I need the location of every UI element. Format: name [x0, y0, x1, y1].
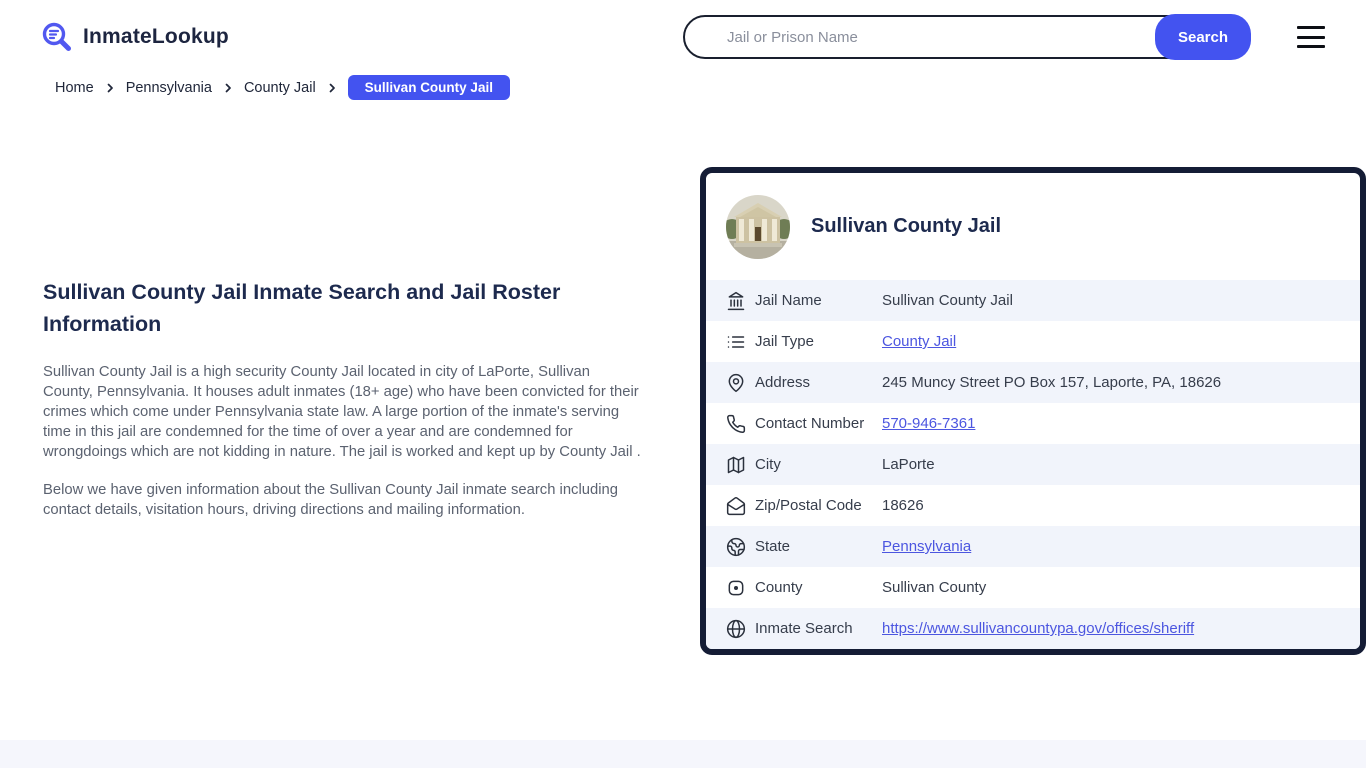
phone-link[interactable]: 570-946-7361	[882, 415, 975, 432]
table-row-county: County Sullivan County	[706, 567, 1360, 608]
breadcrumb-pennsylvania[interactable]: Pennsylvania	[126, 80, 212, 96]
row-label: Jail Name	[755, 292, 822, 309]
table-row-address: Address 245 Muncy Street PO Box 157, Lap…	[706, 362, 1360, 403]
row-label: Inmate Search	[755, 620, 853, 637]
footer-strip	[0, 740, 1366, 768]
table-row-jail-name: Jail Name Sullivan County Jail	[706, 280, 1360, 321]
map-pin-icon	[726, 373, 746, 393]
courthouse-image	[726, 194, 790, 259]
table-row-inmate-search: Inmate Search https://www.sullivancounty…	[706, 608, 1360, 649]
article: Sullivan County Jail Inmate Search and J…	[43, 276, 643, 538]
breadcrumb-county-jail[interactable]: County Jail	[244, 80, 316, 96]
search-bar: Search	[683, 14, 1251, 60]
state-link[interactable]: Pennsylvania	[882, 538, 971, 555]
breadcrumb-current-badge[interactable]: Sullivan County Jail	[347, 75, 510, 100]
chevron-right-icon	[107, 83, 113, 92]
landmark-icon	[726, 291, 746, 311]
intro-paragraph: Sullivan County Jail is a high security …	[43, 364, 641, 460]
row-label: Jail Type	[755, 333, 814, 350]
chevron-right-icon	[329, 83, 335, 92]
chevron-right-icon	[225, 83, 231, 92]
row-label: State	[755, 538, 791, 555]
table-row-city: City LaPorte	[706, 444, 1360, 485]
row-value: 245 Muncy Street PO Box 157, Laporte, PA…	[882, 374, 1222, 391]
jail-details-table: Jail Name Sullivan County Jail Jail Type…	[706, 280, 1360, 649]
row-label: Address	[755, 374, 811, 391]
table-row-jail-type: Jail Type County Jail	[706, 321, 1360, 362]
row-value: 18626	[882, 497, 924, 514]
county-badge-icon	[726, 578, 746, 598]
table-row-state: State Pennsylvania	[706, 526, 1360, 567]
page: InmateLookup Search Home Pennsylvania Co…	[0, 0, 1366, 768]
card-title: Sullivan County Jail	[811, 215, 1002, 237]
jail-photo-avatar	[726, 194, 790, 259]
row-label: County	[755, 579, 803, 596]
page-title: Sullivan County Jail Inmate Search and J…	[43, 280, 561, 336]
row-value: Sullivan County	[882, 579, 987, 596]
row-label: Contact Number	[755, 415, 865, 432]
table-row-contact-number: Contact Number 570-946-7361	[706, 403, 1360, 444]
site-logo-text: InmateLookup	[83, 25, 229, 48]
list-icon	[726, 332, 746, 352]
site-logo[interactable]: InmateLookup	[40, 20, 229, 54]
map-icon	[726, 455, 746, 475]
breadcrumb: Home Pennsylvania County Jail Sullivan C…	[55, 75, 510, 100]
search-button[interactable]: Search	[1155, 14, 1251, 60]
jail-type-link[interactable]: County Jail	[882, 333, 956, 350]
magnifier-logo-icon	[42, 22, 71, 51]
breadcrumb-home[interactable]: Home	[55, 80, 94, 96]
row-value: LaPorte	[882, 456, 935, 473]
jail-info-card: Sullivan County Jail Jail Name Sullivan …	[700, 167, 1366, 655]
phone-icon	[726, 414, 746, 434]
row-label: Zip/Postal Code	[755, 497, 862, 514]
card-header: Sullivan County Jail	[706, 173, 1360, 280]
row-value: Sullivan County Jail	[882, 292, 1013, 309]
inmate-search-link[interactable]: https://www.sullivancountypa.gov/offices…	[882, 620, 1194, 637]
row-label: City	[755, 456, 781, 473]
table-row-zip: Zip/Postal Code 18626	[706, 485, 1360, 526]
earth-icon	[726, 537, 746, 557]
globe-icon	[726, 619, 746, 639]
info-paragraph: Below we have given information about th…	[43, 482, 618, 518]
menu-icon[interactable]	[1297, 26, 1325, 48]
mail-icon	[726, 496, 746, 516]
